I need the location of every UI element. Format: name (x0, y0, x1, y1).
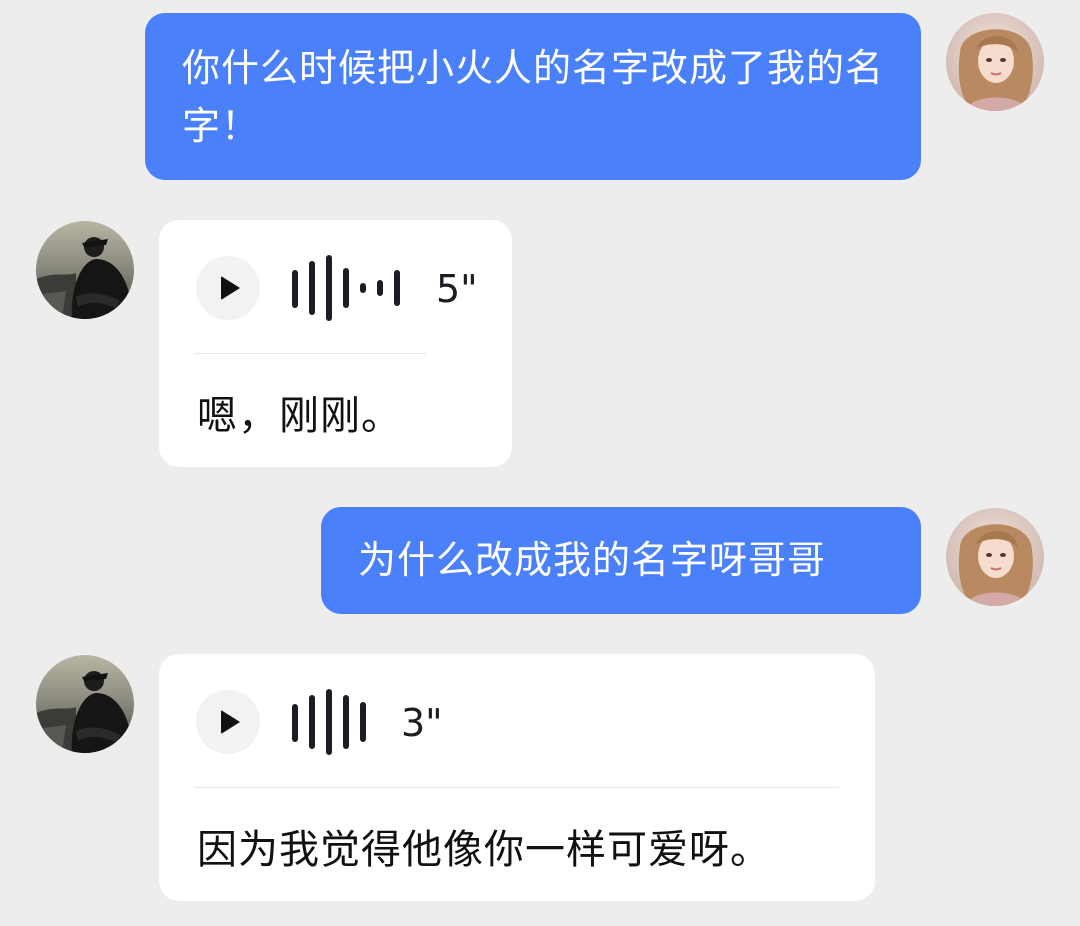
user-avatar-image (946, 13, 1044, 111)
contact-avatar-image (36, 221, 134, 319)
incoming-voice-message[interactable]: 3" 因为我觉得他像你一样可爱呀。 (159, 654, 875, 901)
voice-duration: 3" (401, 701, 443, 745)
avatar-contact[interactable] (36, 655, 134, 753)
divider (194, 353, 426, 354)
play-icon (221, 276, 240, 300)
outgoing-message[interactable]: 你什么时候把小火人的名字改成了我的名字！ (145, 13, 921, 180)
play-icon (221, 710, 240, 734)
play-button[interactable] (196, 690, 260, 754)
avatar-contact[interactable] (36, 221, 134, 319)
voice-duration: 5" (436, 267, 478, 311)
voice-transcript: 嗯，刚刚。 (197, 393, 402, 439)
message-text: 你什么时候把小火人的名字改成了我的名字！ (182, 46, 885, 148)
outgoing-message[interactable]: 为什么改成我的名字呀哥哥 (321, 507, 921, 614)
user-avatar-image (946, 508, 1044, 606)
contact-avatar-image (36, 655, 134, 753)
voice-transcript: 因为我觉得他像你一样可爱呀。 (197, 827, 771, 873)
chat-window: 你什么时候把小火人的名字改成了我的名字！ 5" 嗯，刚刚。 为什么改成我的名字呀… (0, 0, 1080, 926)
play-button[interactable] (196, 256, 260, 320)
avatar-self[interactable] (946, 13, 1044, 111)
message-text: 为什么改成我的名字呀哥哥 (358, 538, 827, 582)
incoming-voice-message[interactable]: 5" 嗯，刚刚。 (159, 220, 512, 467)
avatar-self[interactable] (946, 508, 1044, 606)
divider (194, 787, 839, 788)
